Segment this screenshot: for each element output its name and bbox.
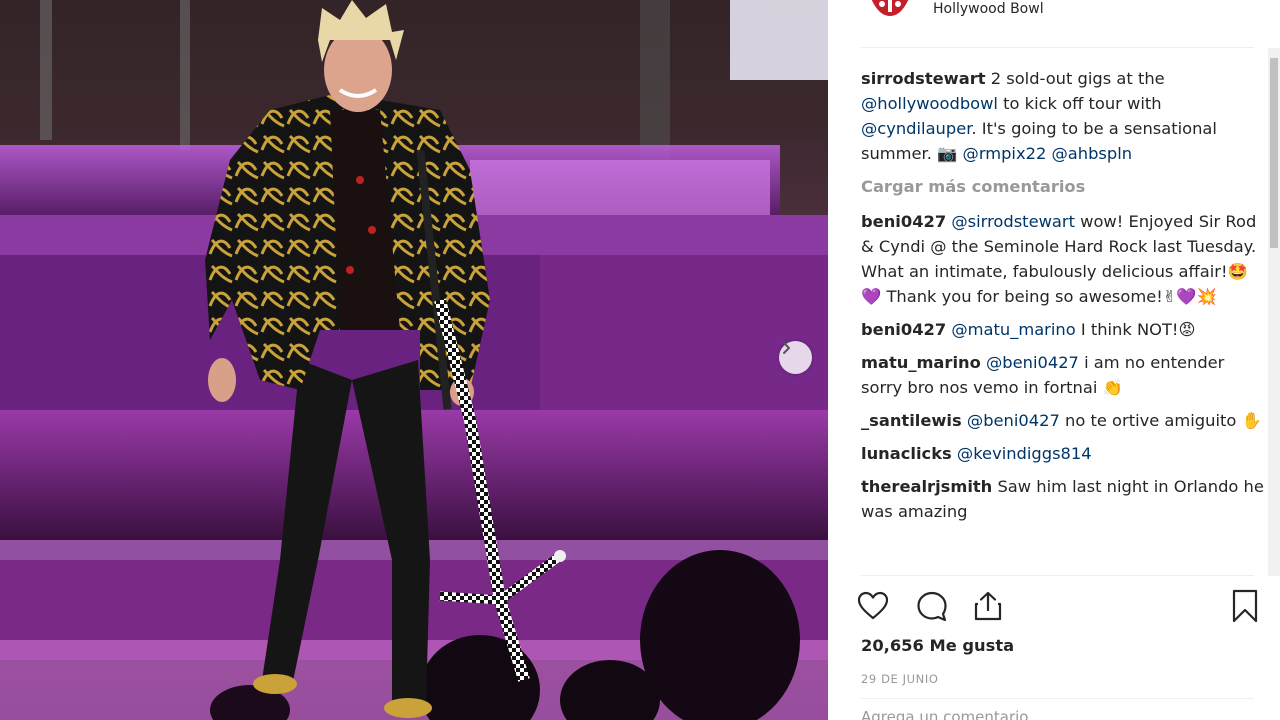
comment-item: _santilewis @beni0427 no te ortive amigu… <box>861 408 1266 433</box>
comment-text: to kick off tour with <box>997 94 1162 113</box>
mention-link[interactable]: @rmpix22 <box>963 144 1047 163</box>
post-header: Hollywood Bowl <box>861 0 1254 48</box>
comment-username[interactable]: _santilewis <box>861 411 962 430</box>
comment-username[interactable]: lunaclicks <box>861 444 952 463</box>
comment-username[interactable]: beni0427 <box>861 212 946 231</box>
comment-username[interactable]: sirrodstewart <box>861 69 986 88</box>
avatar-image <box>864 0 916 22</box>
comment-items: beni0427 @sirrodstewart wow! Enjoyed Sir… <box>861 209 1266 524</box>
comment-text: I think NOT!😡 <box>1075 320 1196 339</box>
comment-username[interactable]: matu_marino <box>861 353 981 372</box>
next-photo-button[interactable] <box>779 341 812 374</box>
like-button[interactable] <box>856 589 890 623</box>
comment-text: no te ortive amiguito ✋ <box>1059 411 1262 430</box>
mention-link[interactable]: @beni0427 <box>986 353 1079 372</box>
post-date[interactable]: 29 DE JUNIO <box>861 672 939 686</box>
save-button[interactable] <box>1228 589 1262 623</box>
post-caption: sirrodstewart 2 sold-out gigs at the @ho… <box>861 66 1266 166</box>
comment-item: lunaclicks @kevindiggs814 <box>861 441 1266 466</box>
location-link[interactable]: Hollywood Bowl <box>933 1 1044 17</box>
comment-button[interactable] <box>915 589 949 623</box>
mention-link[interactable]: @kevindiggs814 <box>957 444 1092 463</box>
concert-photo-image <box>0 0 828 720</box>
comment-username[interactable]: therealrjsmith <box>861 477 992 496</box>
comments-scrollbar[interactable] <box>1268 48 1280 576</box>
mention-link[interactable]: @matu_marino <box>951 320 1075 339</box>
share-icon <box>974 591 1002 621</box>
comment-username[interactable]: beni0427 <box>861 320 946 339</box>
scrollbar-thumb[interactable] <box>1270 58 1278 248</box>
comment-item: beni0427 @sirrodstewart wow! Enjoyed Sir… <box>861 209 1266 309</box>
post-photo[interactable] <box>0 0 828 720</box>
mention-link[interactable]: @beni0427 <box>967 411 1060 430</box>
comment-item: beni0427 @matu_marino I think NOT!😡 <box>861 317 1266 342</box>
chevron-right-icon <box>783 342 790 354</box>
mention-link[interactable]: @ahbspln <box>1052 144 1133 163</box>
mention-link[interactable]: @hollywoodbowl <box>861 94 998 113</box>
comments-list: sirrodstewart 2 sold-out gigs at the @ho… <box>861 66 1266 574</box>
load-more-comments-button[interactable]: Cargar más comentarios <box>861 174 1266 199</box>
share-button[interactable] <box>971 589 1005 623</box>
mention-link[interactable]: @cyndilauper <box>861 119 971 138</box>
bookmark-icon <box>1232 589 1258 623</box>
heart-icon <box>857 591 889 620</box>
likes-count[interactable]: 20,656 Me gusta <box>861 636 1014 655</box>
mention-link[interactable]: @sirrodstewart <box>951 212 1075 231</box>
divider <box>861 698 1254 699</box>
comment-bubble-icon <box>917 591 947 622</box>
add-comment-input[interactable]: Agrega un comentario... <box>861 708 1043 720</box>
comment-text: 2 sold-out gigs at the <box>985 69 1165 88</box>
comment-item: matu_marino @beni0427 i am no entender s… <box>861 350 1266 400</box>
divider <box>861 575 1254 576</box>
comment-item: therealrjsmith Saw him last night in Orl… <box>861 474 1266 524</box>
avatar[interactable] <box>864 0 916 22</box>
post-side-panel: Hollywood Bowl sirrodstewart 2 sold-out … <box>828 0 1280 720</box>
